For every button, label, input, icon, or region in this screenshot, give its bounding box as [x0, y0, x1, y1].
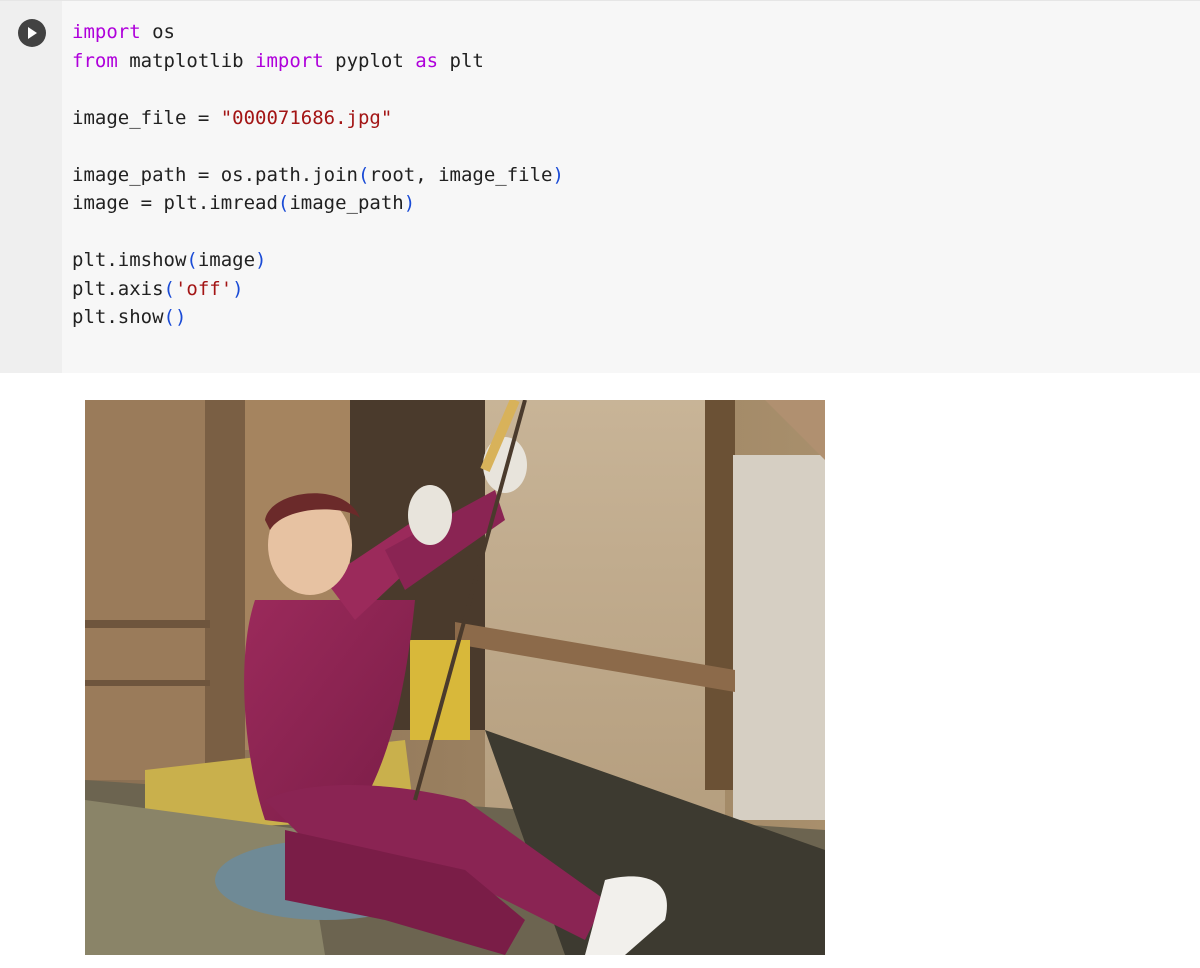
code-paren: ( — [163, 277, 175, 300]
code-token: plt.axis — [72, 277, 164, 300]
code-token: root, image_file — [369, 163, 553, 186]
code-paren: ) — [403, 192, 416, 214]
code-string: "000071686.jpg" — [220, 106, 393, 129]
code-token: image_path = os.path.join — [72, 163, 358, 186]
code-keyword: import — [72, 21, 141, 43]
play-icon — [28, 27, 37, 39]
code-token: os — [140, 21, 175, 43]
code-paren: ) — [255, 249, 267, 271]
code-line[interactable]: import os — [72, 18, 564, 47]
cell-output — [0, 373, 1200, 968]
code-line[interactable]: from matplotlib import pyplot as plt — [72, 47, 564, 76]
code-keyword: from — [72, 49, 118, 72]
code-paren: ( — [357, 163, 370, 186]
code-paren: ) — [552, 163, 564, 186]
run-cell-button[interactable] — [18, 19, 46, 47]
code-token: pyplot — [323, 49, 416, 72]
code-token: plt — [438, 49, 484, 72]
output-photo — [85, 400, 825, 955]
code-token: plt.imshow — [72, 249, 187, 271]
code-keyword: as — [415, 49, 439, 72]
code-editor[interactable]: import os from matplotlib import pyplot a… — [72, 18, 564, 332]
code-keyword: import — [255, 49, 324, 72]
code-line[interactable] — [72, 75, 564, 104]
cell-gutter — [0, 1, 62, 373]
output-image — [85, 400, 825, 955]
code-token: image_file = — [72, 106, 221, 129]
code-cell[interactable]: import os from matplotlib import pyplot a… — [0, 0, 1200, 373]
code-line[interactable]: image_file = "000071686.jpg" — [72, 104, 564, 133]
code-paren: () — [163, 306, 187, 328]
code-token: image_path — [289, 192, 404, 214]
code-line[interactable] — [72, 218, 564, 247]
code-token: image = plt.imread — [72, 192, 278, 214]
code-paren: ( — [186, 249, 198, 271]
code-line[interactable]: plt.show() — [72, 303, 564, 332]
code-paren: ( — [277, 192, 290, 214]
code-token: plt.show — [72, 306, 164, 328]
code-line[interactable]: image_path = os.path.join(root, image_fi… — [72, 161, 564, 190]
code-line[interactable]: plt.axis('off') — [72, 275, 564, 304]
code-line[interactable] — [72, 132, 564, 161]
code-token: image — [197, 249, 256, 271]
code-token: matplotlib — [117, 49, 256, 72]
code-line[interactable]: plt.imshow(image) — [72, 246, 564, 275]
code-line[interactable]: image = plt.imread(image_path) — [72, 189, 564, 218]
code-string: 'off' — [174, 277, 233, 300]
code-paren: ) — [232, 277, 244, 300]
